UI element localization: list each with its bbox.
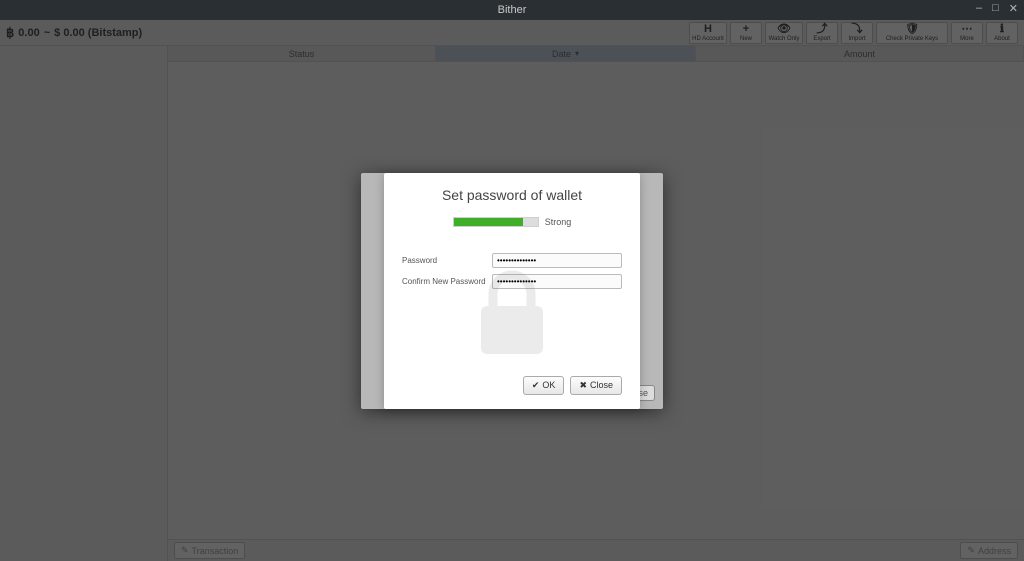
close-label: Close [590, 380, 613, 390]
modal-outer: se Set password of wallet Strong Passwor… [361, 173, 663, 409]
confirm-password-input[interactable] [492, 274, 622, 289]
confirm-label: Confirm New Password [402, 277, 486, 286]
confirm-row: Confirm New Password [402, 274, 622, 289]
maximize-icon[interactable]: □ [992, 2, 999, 15]
title-bar: Bither – □ ✕ [0, 0, 1024, 20]
ok-button[interactable]: ✔ OK [523, 376, 565, 395]
strength-fill [454, 218, 523, 226]
close-button[interactable]: ✖ Close [570, 376, 622, 395]
password-input[interactable] [492, 253, 622, 268]
modal-overlay: se Set password of wallet Strong Passwor… [0, 20, 1024, 561]
minimize-icon[interactable]: – [976, 2, 982, 15]
check-icon: ✔ [532, 380, 540, 391]
modal-title: Set password of wallet [402, 187, 622, 203]
password-row: Password [402, 253, 622, 268]
close-icon: ✖ [579, 380, 587, 391]
app-shell: ฿ 0.00 ~ $ 0.00 (Bitstamp) H HD Account … [0, 20, 1024, 561]
password-label: Password [402, 256, 486, 265]
password-modal: Set password of wallet Strong Password [384, 173, 640, 409]
close-window-icon[interactable]: ✕ [1009, 2, 1018, 15]
password-strength: Strong [402, 217, 622, 227]
window-controls: – □ ✕ [976, 2, 1018, 15]
strength-label: Strong [545, 217, 572, 227]
ok-label: OK [542, 380, 555, 390]
strength-bar [453, 217, 539, 227]
window-title: Bither [498, 4, 527, 16]
modal-buttons: ✔ OK ✖ Close [402, 376, 622, 395]
